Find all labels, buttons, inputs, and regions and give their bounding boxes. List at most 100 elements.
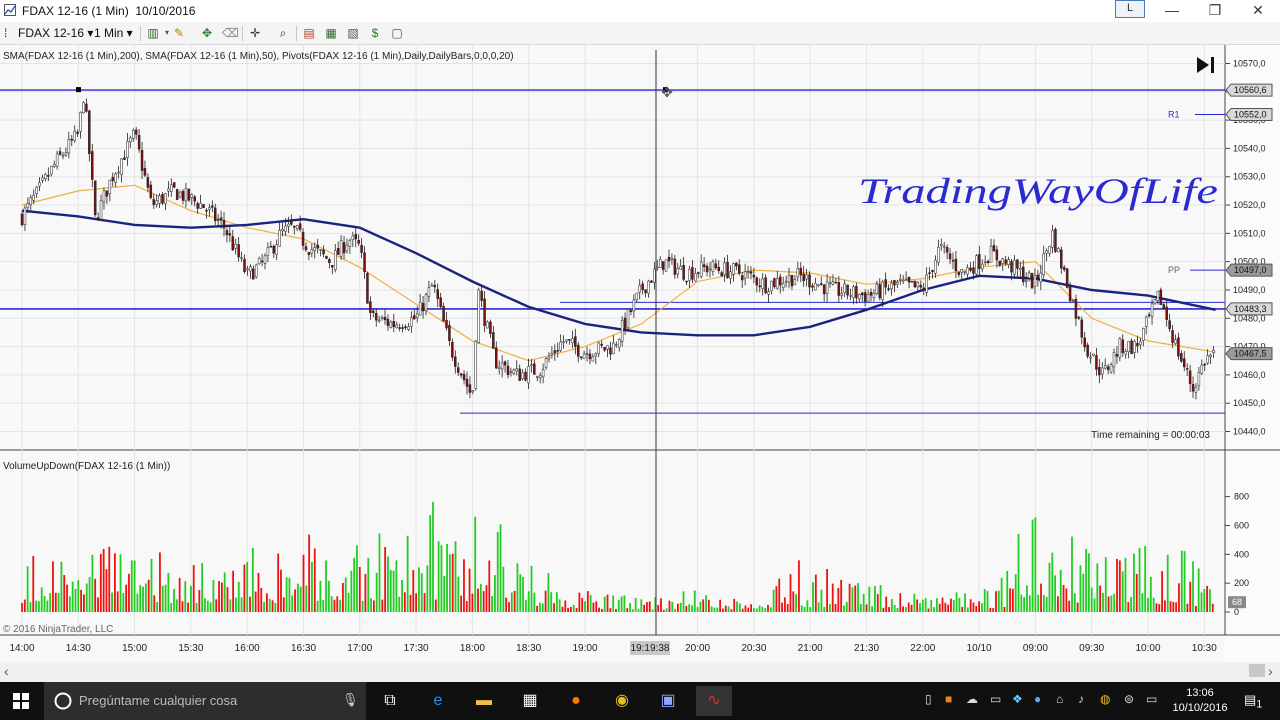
volume-bar xyxy=(564,600,567,612)
close-button[interactable]: ✕ xyxy=(1236,0,1280,22)
file-explorer-icon[interactable]: ▬ xyxy=(466,686,502,716)
candle-body xyxy=(1013,260,1016,275)
ninjatrader-control-icon[interactable]: ▣ xyxy=(650,686,686,716)
volume-bar xyxy=(299,586,302,612)
tray-bluetooth-icon[interactable]: ● xyxy=(1034,692,1041,706)
tray-language-icon[interactable]: ⊜ xyxy=(1124,692,1134,706)
tray-monitor-icon[interactable]: ▭ xyxy=(990,692,1001,706)
candle-body xyxy=(1007,259,1010,265)
time-tick-label: 09:00 xyxy=(1023,643,1048,654)
tray-cloud-icon[interactable]: ☁ xyxy=(966,692,978,706)
chart-panel[interactable]: R1PP 10570,010560,010550,010540,010530,0… xyxy=(0,45,1280,662)
candle-body xyxy=(767,291,770,295)
draw-pencil-icon[interactable]: ✎ xyxy=(172,26,186,40)
candle-body xyxy=(442,306,445,322)
volume-bar xyxy=(1034,517,1037,612)
volume-bar xyxy=(924,598,927,612)
edge-browser-icon[interactable]: e xyxy=(420,686,456,716)
candle-body xyxy=(676,268,680,275)
tray-phone-icon[interactable]: ▯ xyxy=(925,692,932,706)
volume-bar xyxy=(1020,594,1023,612)
volume-bar xyxy=(150,558,153,612)
candle-body xyxy=(919,284,923,288)
horizontal-scrollbar[interactable]: ‹ › xyxy=(0,662,1280,680)
candle-body xyxy=(603,346,606,351)
candle-body xyxy=(565,339,568,342)
interval-selector[interactable]: 1 Min ▾ xyxy=(94,25,133,41)
candle-body xyxy=(878,284,882,299)
volume-bar xyxy=(418,567,420,612)
candle-body xyxy=(298,223,302,230)
windows-start-icon[interactable] xyxy=(13,693,29,709)
volume-bar xyxy=(1183,551,1186,612)
candle-body xyxy=(413,315,416,320)
candle-body xyxy=(582,353,586,359)
volume-bar xyxy=(1107,596,1110,612)
minimize-button[interactable]: — xyxy=(1150,0,1194,22)
candle-body xyxy=(38,182,41,187)
volume-bar xyxy=(381,599,384,612)
bar-chart-icon[interactable]: ▥ xyxy=(146,26,160,40)
firefox-icon[interactable]: ● xyxy=(558,686,594,716)
volume-bar xyxy=(122,593,125,612)
candle-body xyxy=(377,319,381,322)
volume-bar xyxy=(958,597,961,612)
volume-bar xyxy=(66,584,68,612)
template-icon[interactable]: ▧ xyxy=(346,26,360,40)
candle-body xyxy=(58,151,62,155)
candle-body xyxy=(149,184,153,198)
taskbar-clock[interactable]: 13:06 10/10/2016 xyxy=(1160,686,1240,716)
notification-center-icon[interactable]: ▤1 xyxy=(1244,692,1262,711)
candle-body xyxy=(1062,267,1066,270)
data-box-icon[interactable]: ▢ xyxy=(390,26,404,40)
maximize-button[interactable]: ❐ xyxy=(1193,0,1237,22)
volume-bar xyxy=(1093,598,1096,612)
search-placeholder: Pregúntame cualquier cosa xyxy=(79,693,238,708)
volume-bar xyxy=(57,593,60,612)
candle-body xyxy=(609,347,612,355)
candle-body xyxy=(225,230,229,236)
tray-battery-icon[interactable]: ▭ xyxy=(1146,692,1157,706)
properties-icon[interactable]: ✥ xyxy=(200,26,214,40)
zoom-icon[interactable]: ⌕ xyxy=(276,26,290,40)
volume-bar xyxy=(111,592,113,612)
scroll-right-icon[interactable]: › xyxy=(1268,663,1273,679)
scroll-left-icon[interactable]: ‹ xyxy=(4,663,9,679)
candle-body xyxy=(181,190,185,201)
task-view-icon[interactable]: ⧉ xyxy=(372,686,408,716)
chrome-icon[interactable]: ◉ xyxy=(604,686,640,716)
money-icon[interactable]: $ xyxy=(368,26,382,40)
tray-app-icon[interactable]: ■ xyxy=(945,692,952,706)
candle-body xyxy=(1165,306,1168,320)
strategy-icon[interactable]: ▤ xyxy=(302,26,316,40)
candle-body xyxy=(448,325,451,342)
volume-bar xyxy=(54,592,57,612)
candle-body xyxy=(869,291,873,296)
volume-bar xyxy=(541,603,544,612)
tray-volume-icon[interactable]: ♪ xyxy=(1078,692,1084,706)
indicator-icon[interactable]: ▦ xyxy=(324,26,338,40)
candle-body xyxy=(20,213,24,226)
volume-bar xyxy=(761,606,764,612)
scroll-thumb[interactable] xyxy=(1249,664,1265,677)
tray-dropbox-icon[interactable]: ❖ xyxy=(1012,692,1023,706)
volume-bar xyxy=(648,601,651,612)
tray-security-icon[interactable]: ◍ xyxy=(1100,692,1110,706)
eraser-icon[interactable]: ⌫ xyxy=(222,26,239,40)
instrument-selector[interactable]: FDAX 12-16 ▾ xyxy=(18,25,93,41)
volume-bar xyxy=(1192,561,1194,612)
crosshair-icon[interactable]: ✛ xyxy=(248,26,262,40)
layout-button[interactable]: L xyxy=(1115,0,1145,18)
ninjatrader-chart-icon[interactable]: ∿ xyxy=(696,686,732,716)
volume-bar xyxy=(831,583,834,612)
volume-bar xyxy=(1006,571,1009,612)
tray-network-icon[interactable]: ⌂ xyxy=(1056,692,1063,706)
candle-body xyxy=(694,273,697,282)
volume-bar xyxy=(893,604,896,612)
store-icon[interactable]: ▦ xyxy=(512,686,548,716)
candle-body xyxy=(82,102,85,114)
cortana-search-box[interactable]: Pregúntame cualquier cosa 🎙 xyxy=(44,682,366,720)
candle-body xyxy=(547,356,551,360)
candle-body xyxy=(1033,275,1037,287)
microphone-icon[interactable]: 🎙 xyxy=(342,692,359,708)
